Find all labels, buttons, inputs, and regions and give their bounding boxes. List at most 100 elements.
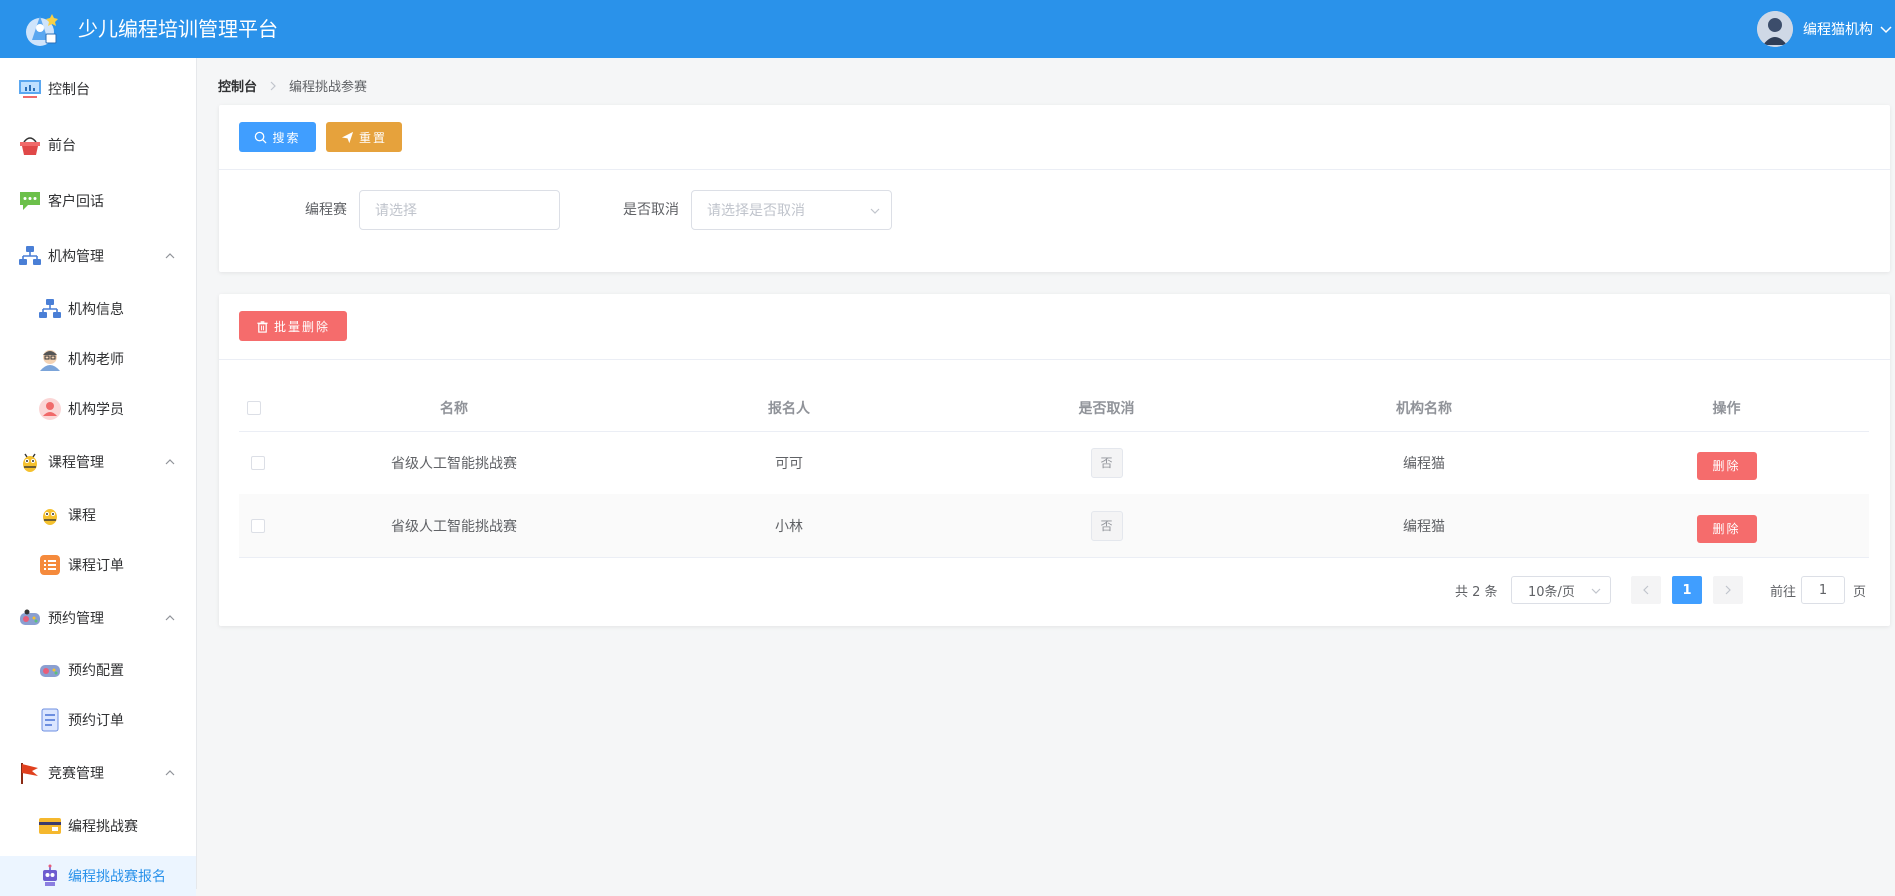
page-size-select[interactable]: 10条/页 (1511, 576, 1611, 604)
cell-action: 删除 (1584, 431, 1869, 494)
chevron-up-icon[interactable] (164, 250, 176, 262)
student-avatar-icon (39, 398, 61, 420)
row-checkbox-cell (251, 494, 265, 557)
batch-delete-button[interactable]: 批量删除 (239, 311, 347, 341)
sidebar-item-label: 编程挑战赛 (68, 819, 138, 835)
flag-icon (21, 763, 38, 784)
select-all-cell (247, 385, 261, 431)
pagination-total: 共 2 条 (1455, 584, 1498, 600)
column-header-action: 操作 (1712, 401, 1741, 417)
sidebar-item-booking-management[interactable]: 预约管理 (0, 598, 196, 638)
sidebar-item-frontdesk[interactable]: 前台 (0, 125, 196, 165)
chat-bubble-icon (20, 192, 40, 210)
table-row: 省级人工智能挑战赛 小林 否 编程猫 删除 (239, 494, 1869, 558)
bee-icon (23, 453, 37, 472)
sidebar-item-label: 编程挑战赛报名 (68, 869, 166, 885)
sidebar-item-label: 机构学员 (68, 402, 124, 418)
user-name: 编程猫机构 (1803, 22, 1873, 38)
cell-applicant: 小林 (775, 518, 803, 535)
monitor-icon (19, 80, 41, 98)
breadcrumb: 控制台 编程挑战参赛 (218, 76, 367, 95)
chevron-left-icon (1643, 585, 1649, 595)
reset-button[interactable]: 重置 (326, 122, 402, 152)
contest-select[interactable]: 请选择 (359, 190, 560, 230)
cell-name: 省级人工智能挑战赛 (391, 518, 517, 535)
row-checkbox[interactable] (251, 518, 265, 533)
cancelled-tag: 否 (1090, 510, 1123, 541)
gamepad-icon (20, 609, 40, 625)
sidebar-item-label: 客户回话 (48, 194, 104, 210)
cell-org: 编程猫 (1403, 518, 1445, 535)
chevron-down-icon (870, 208, 880, 214)
sidebar-item-label: 课程订单 (68, 558, 124, 574)
sidebar: 控制台 前台 客户回话 机构管理 机构信息 机构老师 机构学员 课程管理 课程 … (0, 58, 197, 896)
org-chart-icon (39, 299, 61, 318)
sidebar-item-label: 机构信息 (68, 302, 124, 318)
cell-name: 省级人工智能挑战赛 (391, 455, 517, 472)
breadcrumb-home[interactable]: 控制台 (218, 76, 257, 95)
cancelled-select[interactable]: 请选择是否取消 (691, 190, 892, 230)
sidebar-item-label: 前台 (48, 138, 76, 154)
sidebar-item-booking-config[interactable]: 预约配置 (0, 650, 196, 690)
cell-cancelled: 否 (949, 494, 1264, 557)
sidebar-item-booking-orders[interactable]: 预约订单 (0, 700, 196, 740)
search-panel: 搜索 重置 编程赛 请选择 是否取消 请选择是否取消 (219, 105, 1890, 272)
next-page-button[interactable] (1713, 576, 1743, 604)
ticket-icon (39, 818, 61, 834)
sidebar-item-org-info[interactable]: 机构信息 (0, 289, 196, 329)
chevron-up-icon[interactable] (164, 456, 176, 468)
bee-icon (43, 509, 57, 525)
user-menu[interactable]: 编程猫机构 (1757, 11, 1895, 47)
gamepad-icon (40, 665, 60, 677)
robot-icon (43, 864, 57, 886)
sidebar-item-label: 机构老师 (68, 352, 124, 368)
divider (219, 359, 1890, 360)
sidebar-item-label: 课程 (68, 508, 96, 524)
goto-suffix: 页 (1853, 584, 1867, 600)
sidebar-item-label: 预约配置 (68, 663, 124, 679)
cell-applicant: 可可 (775, 455, 803, 472)
page-number-button[interactable]: 1 (1672, 576, 1702, 604)
app-title: 少儿编程培训管理平台 (78, 17, 278, 41)
send-icon (341, 131, 354, 143)
trash-icon (257, 320, 268, 333)
document-icon (41, 708, 59, 732)
row-checkbox[interactable] (251, 455, 265, 470)
column-header-applicant: 报名人 (768, 401, 810, 417)
chevron-down-icon[interactable] (1877, 20, 1895, 38)
sidebar-item-coding-challenge-signup[interactable]: 编程挑战赛报名 (0, 856, 196, 896)
sidebar-item-org-students[interactable]: 机构学员 (0, 389, 196, 429)
breadcrumb-current: 编程挑战参赛 (289, 80, 368, 95)
goto-page-input[interactable]: 1 (1801, 576, 1845, 604)
chevron-up-icon[interactable] (164, 612, 176, 624)
cell-cancelled: 否 (949, 431, 1264, 494)
search-button[interactable]: 搜索 (239, 122, 316, 152)
delete-row-button[interactable]: 删除 (1696, 514, 1757, 543)
delete-row-button[interactable]: 删除 (1696, 451, 1757, 480)
chevron-right-icon (270, 81, 276, 90)
teacher-avatar-icon (40, 350, 60, 371)
sidebar-item-coding-challenge[interactable]: 编程挑战赛 (0, 806, 196, 846)
sidebar-item-competition-management[interactable]: 竞赛管理 (0, 753, 196, 793)
column-header-name: 名称 (440, 401, 468, 417)
sidebar-item-course[interactable]: 课程 (0, 495, 196, 535)
sidebar-item-label: 控制台 (48, 82, 90, 98)
user-avatar-icon (1757, 11, 1793, 47)
app-logo-icon (26, 14, 58, 46)
sidebar-item-label: 预约管理 (48, 611, 104, 627)
user-avatar[interactable] (1757, 11, 1793, 47)
chevron-up-icon[interactable] (164, 767, 176, 779)
table-row: 省级人工智能挑战赛 可可 否 编程猫 删除 (239, 431, 1869, 495)
divider (219, 169, 1890, 170)
select-all-checkbox[interactable] (247, 401, 261, 415)
sidebar-item-org-management[interactable]: 机构管理 (0, 236, 196, 276)
row-checkbox-cell (251, 431, 265, 494)
sidebar-item-course-orders[interactable]: 课程订单 (0, 545, 196, 585)
table-panel: 批量删除 名称 报名人 是否取消 机构名称 操作 省级人工智能挑战赛 可可 否 … (219, 294, 1890, 626)
sidebar-item-customer-chat[interactable]: 客户回话 (0, 181, 196, 221)
prev-page-button[interactable] (1631, 576, 1661, 604)
sidebar-item-org-teachers[interactable]: 机构老师 (0, 339, 196, 379)
sidebar-item-course-management[interactable]: 课程管理 (0, 442, 196, 482)
sidebar-item-dashboard[interactable]: 控制台 (0, 69, 196, 109)
contest-field-label: 编程赛 (305, 202, 347, 218)
